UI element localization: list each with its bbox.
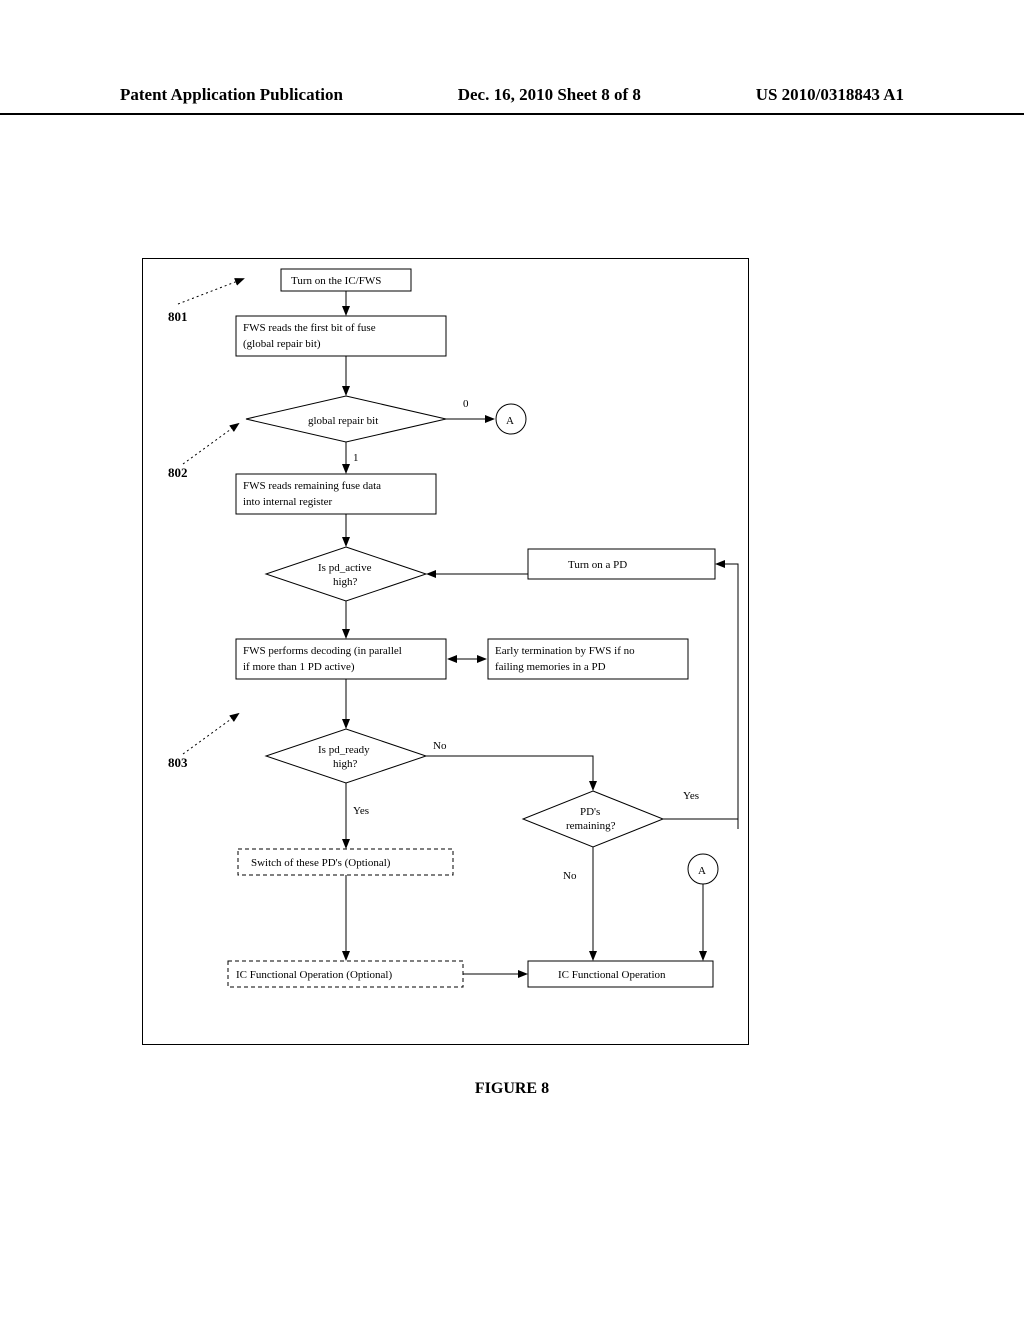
- header-right: US 2010/0318843 A1: [756, 85, 904, 105]
- fws-decode-l1: FWS performs decoding (in parallel: [243, 645, 402, 657]
- header-center: Dec. 16, 2010 Sheet 8 of 8: [458, 85, 641, 105]
- read-remaining-l2: into internal register: [243, 496, 333, 508]
- early-term-l1: Early termination by FWS if no: [495, 645, 635, 657]
- global-repair-bit: global repair bit: [308, 415, 378, 427]
- patent-header: Patent Application Publication Dec. 16, …: [0, 85, 1024, 115]
- pd-ready-l2: high?: [333, 758, 358, 770]
- no-label-1: No: [433, 740, 447, 752]
- read-first-bit-l1: FWS reads the first bit of fuse: [243, 322, 376, 334]
- flowchart-frame: 801 802 803 Turn on the IC/FWS FWS reads…: [142, 258, 749, 1045]
- turn-on-pd: Turn on a PD: [568, 559, 627, 571]
- connector-A-2: A: [698, 865, 706, 877]
- flowchart-svg: 801 802 803 Turn on the IC/FWS FWS reads…: [143, 259, 748, 1044]
- zero-label: 0: [463, 398, 469, 410]
- one-label: 1: [353, 452, 359, 464]
- no-label-2: No: [563, 870, 577, 882]
- fws-decode-l2: if more than 1 PD active): [243, 661, 355, 673]
- turn-on-ic: Turn on the IC/FWS: [291, 275, 381, 287]
- pd-ready-l1: Is pd_ready: [318, 744, 370, 756]
- ic-func-opt: IC Functional Operation (Optional): [236, 969, 392, 981]
- yes-label-1: Yes: [353, 805, 369, 817]
- header-left: Patent Application Publication: [120, 85, 343, 105]
- pd-active-l1: Is pd_active: [318, 562, 372, 574]
- ic-func: IC Functional Operation: [558, 969, 666, 981]
- figure-caption: FIGURE 8: [0, 1080, 1024, 1098]
- connector-A-1: A: [506, 415, 514, 427]
- ref-803: 803: [168, 755, 188, 770]
- ref-802: 802: [168, 465, 188, 480]
- pds-remaining-l2: remaining?: [566, 820, 616, 832]
- yes-label-2: Yes: [683, 790, 699, 802]
- read-first-bit-l2: (global repair bit): [243, 338, 321, 350]
- pd-active-l2: high?: [333, 576, 358, 588]
- switch-off: Switch of these PD's (Optional): [251, 857, 391, 869]
- read-remaining-l1: FWS reads remaining fuse data: [243, 480, 381, 492]
- pds-remaining-l1: PD's: [580, 806, 600, 818]
- ref-801: 801: [168, 309, 188, 324]
- early-term-l2: failing memories in a PD: [495, 661, 606, 673]
